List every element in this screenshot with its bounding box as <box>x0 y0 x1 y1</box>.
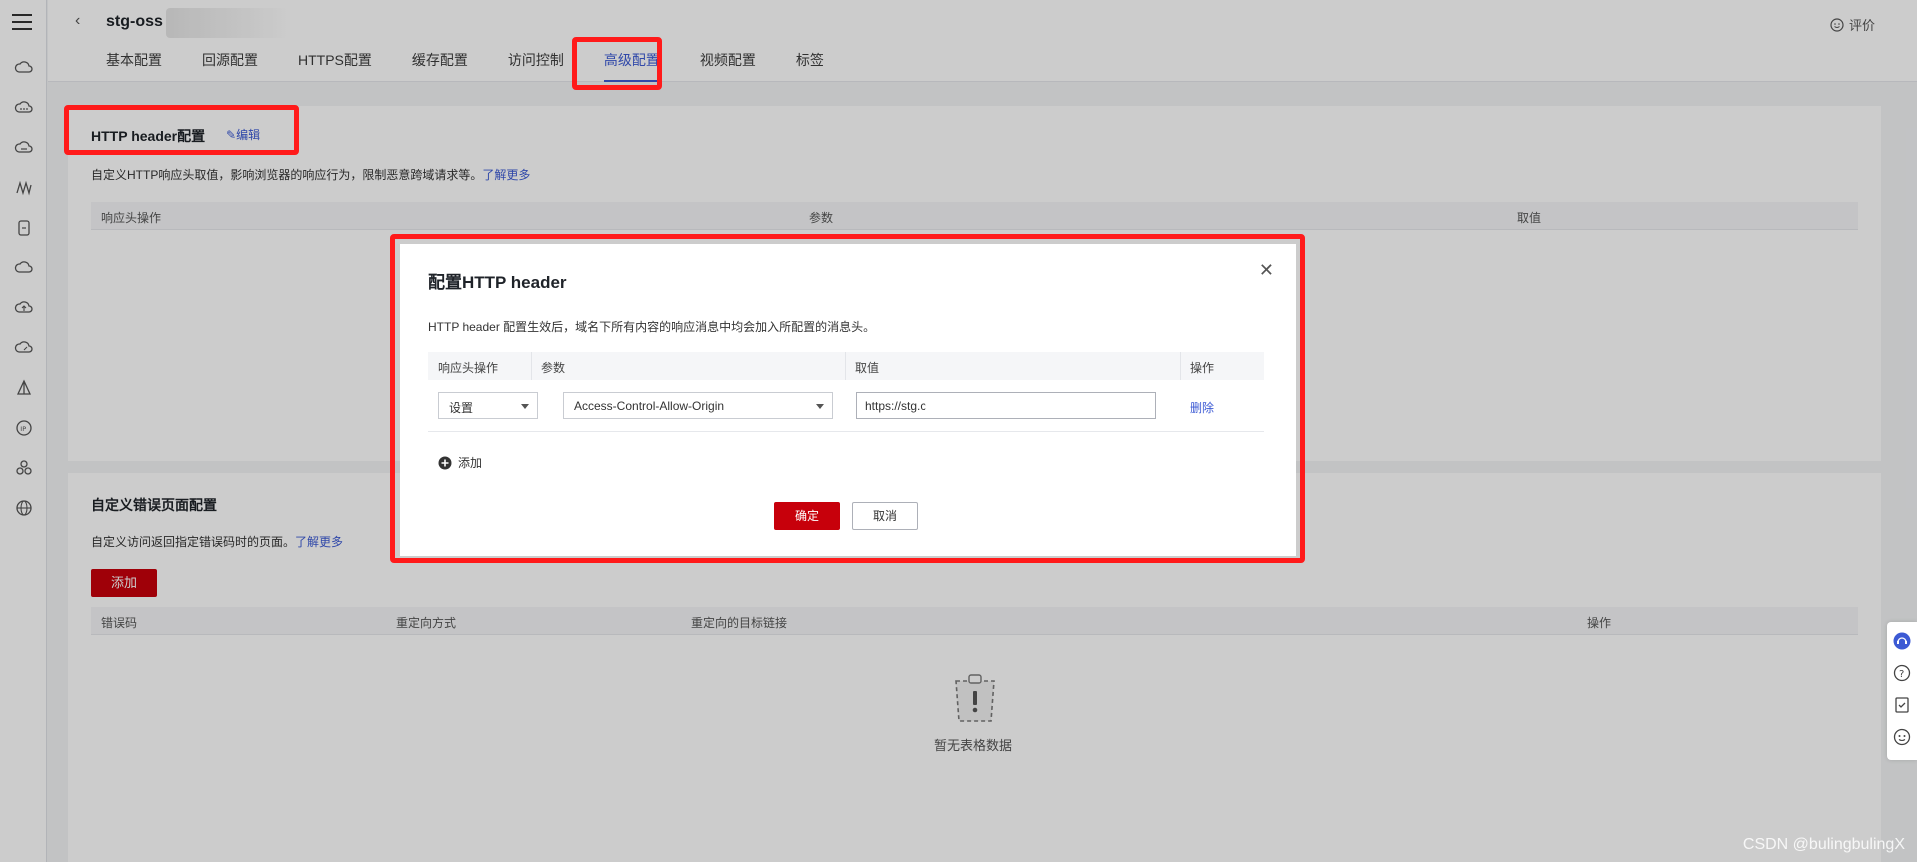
http-header-dialog: 配置HTTP header ✕ HTTP header 配置生效后，域名下所有内… <box>400 244 1296 556</box>
column-divider <box>531 352 532 380</box>
plus-circle-icon <box>438 456 452 469</box>
value-input[interactable]: https://stg.c <box>856 392 1156 419</box>
param-select[interactable]: Access-Control-Allow-Origin <box>563 392 833 419</box>
help-icon[interactable]: ? <box>1893 664 1911 682</box>
dialog-table-row: 设置 Access-Control-Allow-Origin https://s… <box>428 380 1264 432</box>
highlight-http-header-title <box>64 105 299 155</box>
dialog-description: HTTP header 配置生效后，域名下所有内容的响应消息中均会加入所配置的消… <box>428 320 876 334</box>
watermark-text: CSDN @bulingbulingX <box>1742 836 1905 853</box>
dlg-col-value: 取值 <box>855 361 880 375</box>
column-divider <box>1180 352 1181 380</box>
dialog-title: 配置HTTP header <box>428 273 567 292</box>
dlg-col-operation: 操作 <box>1190 361 1215 375</box>
highlight-advanced-tab <box>572 37 662 90</box>
redacted-region <box>925 393 1045 418</box>
action-select[interactable]: 设置 <box>438 392 538 419</box>
param-select-value: Access-Control-Allow-Origin <box>574 399 725 413</box>
svg-text:?: ? <box>1899 669 1904 680</box>
dialog-table: 响应头操作 参数 取值 操作 设置 Access-Control-Allow-O… <box>428 352 1264 432</box>
customer-service-icon[interactable] <box>1893 632 1911 650</box>
close-icon[interactable]: ✕ <box>1259 260 1274 281</box>
delete-link[interactable]: 删除 <box>1190 399 1214 416</box>
column-divider <box>845 352 846 380</box>
chat-bot-icon[interactable] <box>1893 728 1911 746</box>
chevron-down-icon <box>521 404 529 409</box>
add-header-label: 添加 <box>458 456 483 470</box>
feedback-icon[interactable] <box>1893 696 1911 714</box>
dlg-col-action: 响应头操作 <box>438 361 499 375</box>
cancel-button[interactable]: 取消 <box>852 502 918 530</box>
add-header-button[interactable]: 添加 <box>438 454 482 471</box>
dlg-col-param: 参数 <box>541 361 566 375</box>
floating-toolbar: ? <box>1887 622 1917 760</box>
dialog-table-head: 响应头操作 参数 取值 操作 <box>428 352 1264 380</box>
value-input-text: https://stg.c <box>865 399 927 413</box>
confirm-button[interactable]: 确定 <box>774 502 840 530</box>
action-select-value: 设置 <box>449 401 474 415</box>
chevron-down-icon <box>816 404 824 409</box>
